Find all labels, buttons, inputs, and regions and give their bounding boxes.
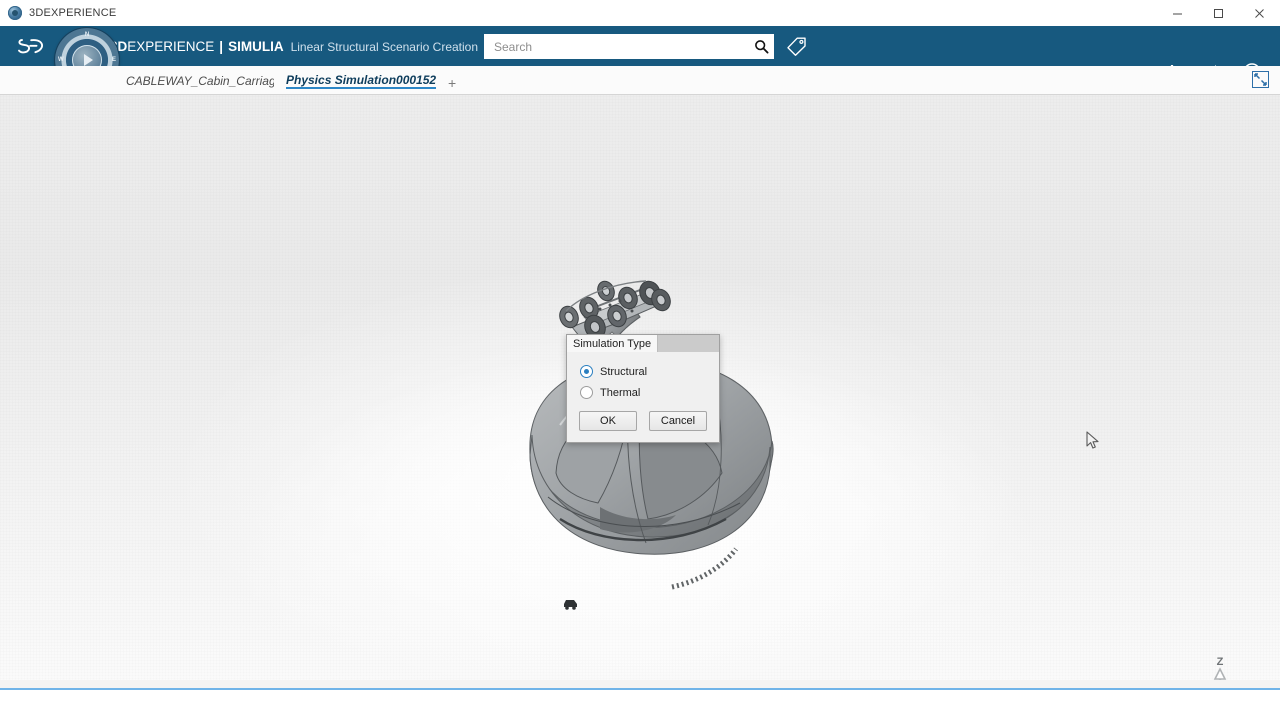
tab-bar: CABLEWAY_Cabin_Carriage_A Physics Simula… — [0, 66, 1280, 95]
3ds-globe-icon — [8, 6, 22, 20]
compass-west-label: W — [58, 57, 64, 63]
maximize-icon[interactable] — [1198, 0, 1239, 26]
radio-option-structural[interactable]: Structural — [580, 361, 719, 382]
ok-button[interactable]: OK — [579, 411, 637, 431]
simulation-type-dialog: Simulation Type Structural Thermal OK Ca… — [566, 334, 720, 443]
tab-physics-simulation[interactable]: Physics Simulation0001527 — [280, 67, 442, 94]
bottom-accent-line — [0, 688, 1280, 690]
mouse-pointer-icon — [1086, 431, 1100, 451]
window-title: 3DEXPERIENCE — [29, 7, 117, 19]
search-box[interactable] — [484, 34, 774, 59]
compass-north-label: N — [84, 32, 90, 38]
application-window: 3DEXPERIENCE 3D EXPERIENCE | SIMULIA Linear … — [0, 0, 1280, 720]
dialog-button-row: OK Cancel — [567, 411, 719, 431]
tab-label: Physics Simulation0001527 — [286, 72, 436, 89]
compass-east-label: E — [111, 57, 116, 63]
tag-icon[interactable] — [784, 34, 808, 58]
os-title-bar: 3DEXPERIENCE — [0, 0, 1280, 27]
brand-app-name: Linear Structural Scenario Creation — [290, 39, 479, 54]
dialog-title: Simulation Type — [567, 335, 659, 352]
brand-separator: | — [219, 38, 224, 54]
brand-product: SIMULIA — [228, 38, 284, 54]
radio-option-thermal[interactable]: Thermal — [580, 382, 719, 403]
cancel-button[interactable]: Cancel — [649, 411, 707, 431]
dialog-title-filler — [658, 335, 719, 352]
3ds-logo[interactable] — [14, 33, 48, 59]
close-icon[interactable] — [1239, 0, 1280, 26]
radio-structural-icon[interactable] — [580, 365, 593, 378]
add-tab-button[interactable]: + — [442, 75, 462, 91]
viewport-bottom-band — [0, 680, 1280, 688]
dialog-body: Structural Thermal — [567, 352, 719, 403]
brand-experience: EXPERIENCE — [127, 38, 215, 54]
search-input[interactable] — [492, 34, 748, 59]
minimize-icon[interactable] — [1157, 0, 1198, 26]
3d-viewport[interactable]: Z X Y Simulation Type Structural — [0, 95, 1280, 688]
radio-structural-label: Structural — [600, 365, 648, 378]
tab-label: CABLEWAY_Cabin_Carriage_A — [126, 73, 274, 88]
window-controls — [1157, 0, 1280, 26]
collapse-expand-icon[interactable] — [1250, 69, 1270, 89]
triad-z-label: Z — [1217, 656, 1224, 668]
radio-thermal-icon[interactable] — [580, 386, 593, 399]
search-icon[interactable] — [748, 39, 774, 54]
tab-cableway-cabin-carriage[interactable]: CABLEWAY_Cabin_Carriage_A — [120, 67, 280, 94]
dialog-title-bar: Simulation Type — [567, 335, 719, 352]
radio-thermal-label: Thermal — [600, 386, 641, 399]
brand-title: 3D EXPERIENCE | SIMULIA Linear Structural Sc… — [110, 39, 478, 54]
